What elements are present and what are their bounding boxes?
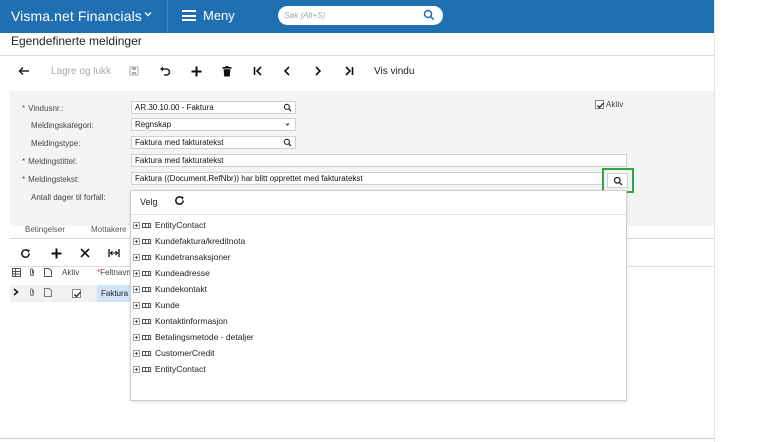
last-record-icon[interactable] xyxy=(344,63,354,79)
expand-icon[interactable] xyxy=(133,253,140,261)
previous-record-icon[interactable] xyxy=(283,63,291,79)
tree-item[interactable]: Kunde xyxy=(133,297,254,313)
field-name-column-header[interactable]: *Feltnavn xyxy=(97,268,131,284)
tree-item[interactable]: EntityContact xyxy=(133,361,254,377)
row-pointer-icon xyxy=(13,288,19,304)
tree-item[interactable]: Kundetransaksjoner xyxy=(133,249,254,265)
category-label: Meldingskategori: xyxy=(31,121,94,130)
chevron-down-icon xyxy=(285,123,290,126)
expand-icon[interactable] xyxy=(133,349,140,357)
title-divider xyxy=(0,55,714,56)
table-icon xyxy=(142,238,151,244)
row-field-name[interactable]: Faktura xyxy=(101,289,128,305)
active-column-header[interactable]: Aktiv xyxy=(62,268,79,284)
right-empty-area xyxy=(714,0,769,442)
show-window-button[interactable]: Vis vindu xyxy=(374,63,414,79)
attachment-header-icon xyxy=(28,268,36,284)
table-icon xyxy=(142,302,151,308)
search-icon[interactable] xyxy=(423,9,435,21)
grid-refresh-icon[interactable] xyxy=(20,246,31,260)
tree-item[interactable]: Kontaktinformasjon xyxy=(133,313,254,329)
lookup-divider xyxy=(131,214,626,215)
search-icon xyxy=(283,138,292,147)
active-label: Aktiv xyxy=(606,100,624,109)
table-icon xyxy=(142,270,151,276)
save-close-button[interactable]: Lagre og lukk xyxy=(51,63,111,79)
expand-icon[interactable] xyxy=(133,285,140,293)
search-icon xyxy=(613,176,623,186)
search-box[interactable] xyxy=(278,6,443,25)
expand-icon[interactable] xyxy=(133,301,140,309)
type-field[interactable]: Faktura med fakturatekst xyxy=(131,136,296,149)
page-title: Egendefinerte meldinger xyxy=(11,34,142,48)
note-icon[interactable] xyxy=(44,288,52,304)
search-icon xyxy=(283,103,292,112)
back-arrow-icon[interactable] xyxy=(18,63,30,79)
tab-conditions[interactable]: Betingelser xyxy=(25,225,65,234)
category-select[interactable]: Regnskap xyxy=(131,118,296,131)
expand-icon[interactable] xyxy=(133,333,140,341)
search-input[interactable] xyxy=(284,9,414,22)
grid-add-icon[interactable] xyxy=(51,246,62,260)
text-label: * Meldingstekst: xyxy=(22,175,80,184)
field-tree: EntityContact Kundefaktura/kreditnota Ku… xyxy=(133,217,254,377)
select-button[interactable]: Velg xyxy=(140,197,158,207)
top-bar: Visma.net Financials Meny xyxy=(0,0,714,33)
message-text-field[interactable]: Faktura ((Document.RefNbr)) har blitt op… xyxy=(131,172,604,185)
attachment-icon[interactable] xyxy=(28,288,36,304)
expand-icon[interactable] xyxy=(133,221,140,229)
tree-item[interactable]: EntityContact xyxy=(133,217,254,233)
add-icon[interactable] xyxy=(191,63,202,79)
table-icon xyxy=(142,334,151,340)
window-no-field[interactable]: AR.30.10.00 - Faktura xyxy=(131,101,296,114)
app-brand[interactable]: Visma.net Financials xyxy=(11,8,142,24)
tree-item[interactable]: Kundefaktura/kreditnota xyxy=(133,233,254,249)
table-icon xyxy=(142,254,151,260)
hamburger-menu-icon[interactable] xyxy=(182,10,196,21)
tree-item[interactable]: Kundekontakt xyxy=(133,281,254,297)
tree-item[interactable]: CustomerCredit xyxy=(133,345,254,361)
lookup-dropdown-panel: Velg EntityContact Kundefaktura/kreditno… xyxy=(130,190,627,401)
expand-icon[interactable] xyxy=(133,237,140,245)
first-record-icon[interactable] xyxy=(253,63,263,79)
table-icon xyxy=(142,318,151,324)
active-checkbox[interactable] xyxy=(595,100,604,109)
lookup-toolbar: Velg xyxy=(131,191,626,213)
window-no-label: * Vindusnr.: xyxy=(22,104,64,113)
form-toolbar: Lagre og lukk Vis vindu xyxy=(0,58,714,84)
title-field[interactable]: Faktura med fakturatekst xyxy=(131,154,627,167)
header-divider xyxy=(167,0,168,33)
table-icon xyxy=(142,366,151,372)
refresh-icon[interactable] xyxy=(174,195,185,208)
next-record-icon[interactable] xyxy=(314,63,322,79)
tree-item[interactable]: Betalingsmetode - detaljer xyxy=(133,329,254,345)
table-icon xyxy=(142,350,151,356)
table-icon xyxy=(142,286,151,292)
tab-recipients[interactable]: Mottakere xyxy=(91,225,127,234)
bottom-divider xyxy=(0,438,714,439)
chevron-down-icon[interactable] xyxy=(143,9,153,22)
note-header-icon xyxy=(44,268,52,284)
title-label: * Meldingstittel: xyxy=(22,157,78,166)
grid-delete-icon[interactable] xyxy=(80,246,90,260)
table-icon xyxy=(142,222,151,228)
days-to-due-label: Antall dager til forfall: xyxy=(31,193,106,202)
expand-icon[interactable] xyxy=(133,269,140,277)
tree-item[interactable]: Kundeadresse xyxy=(133,265,254,281)
save-icon[interactable] xyxy=(129,63,139,79)
expand-icon[interactable] xyxy=(133,365,140,373)
menu-button[interactable]: Meny xyxy=(203,8,235,23)
row-active-checkbox[interactable] xyxy=(72,289,81,298)
lookup-button[interactable] xyxy=(607,173,628,188)
fit-columns-icon[interactable] xyxy=(108,246,120,260)
expand-icon[interactable] xyxy=(133,317,140,325)
undo-icon[interactable] xyxy=(159,63,171,79)
header-row-icon xyxy=(12,268,21,284)
type-label: Meldingstype: xyxy=(31,139,81,148)
delete-icon[interactable] xyxy=(222,63,232,79)
